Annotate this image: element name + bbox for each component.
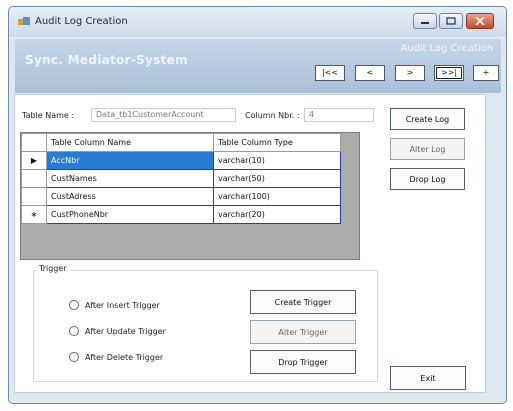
row-marker[interactable] (21, 187, 47, 206)
table-row[interactable]: CustAdress varchar(100) (21, 187, 341, 206)
cell-column-type[interactable]: varchar(50) (213, 169, 341, 188)
cell-column-name[interactable]: CustAdress (46, 187, 214, 206)
column-nbr-label: Column Nbr. : (245, 111, 300, 120)
cell-column-name[interactable]: AccNbr (46, 151, 214, 170)
close-button[interactable] (466, 13, 494, 29)
header-caption: Audit Log Creation (400, 43, 493, 54)
cell-column-type[interactable]: varchar(10) (213, 151, 341, 170)
table-name-field[interactable]: Data_tb1CustomerAccount (91, 108, 236, 122)
after-insert-radio[interactable] (69, 300, 79, 310)
exit-button[interactable]: Exit (390, 366, 466, 390)
cell-column-type[interactable]: varchar(20) (213, 205, 341, 224)
minimize-icon (421, 22, 429, 24)
alter-trigger-button[interactable]: Alter Trigger (250, 320, 356, 344)
maximize-button[interactable] (439, 13, 463, 29)
columns-grid[interactable]: Table Column Name Table Column Type ▶ Ac… (20, 132, 360, 260)
table-name-label: Table Name : (22, 111, 75, 120)
create-trigger-button[interactable]: Create Trigger (250, 290, 356, 314)
brand-title: Sync. Mediator-System (25, 53, 188, 67)
row-marker[interactable] (21, 169, 47, 188)
cell-column-type[interactable]: varchar(100) (213, 187, 341, 206)
minimize-button[interactable] (413, 13, 437, 29)
app-icon (18, 17, 30, 25)
nav-first-button[interactable]: |<< (315, 65, 345, 81)
cell-column-name[interactable]: CustPhoneNbr (46, 205, 214, 224)
maximize-icon (446, 17, 456, 25)
window-title: Audit Log Creation (35, 16, 128, 27)
nav-prev-button[interactable]: < (355, 65, 385, 81)
after-delete-radio[interactable] (69, 352, 79, 362)
column-header-name[interactable]: Table Column Name (46, 133, 214, 152)
drop-trigger-button[interactable]: Drop Trigger (250, 350, 356, 374)
title-bar[interactable]: Audit Log Creation (9, 7, 506, 37)
columns-table: Table Column Name Table Column Type ▶ Ac… (21, 133, 341, 224)
after-update-radio[interactable] (69, 326, 79, 336)
header-banner: Sync. Mediator-System Audit Log Creation… (15, 39, 501, 93)
table-header-row: Table Column Name Table Column Type (21, 133, 341, 152)
column-nbr-field[interactable]: 4 (304, 108, 374, 122)
cell-column-name[interactable]: CustNames (46, 169, 214, 188)
alter-log-button[interactable]: Alter Log (390, 138, 465, 160)
row-marker[interactable]: ▶ (21, 151, 47, 170)
after-delete-label: After Delete Trigger (85, 353, 164, 362)
after-update-label: After Update Trigger (85, 327, 166, 336)
table-row[interactable]: ▶ AccNbr varchar(10) (21, 151, 341, 170)
row-header-corner (21, 133, 47, 152)
table-row[interactable]: ∗ CustPhoneNbr varchar(20) (21, 205, 341, 224)
nav-add-button[interactable]: + (473, 65, 499, 81)
create-log-button[interactable]: Create Log (390, 108, 465, 130)
drop-log-button[interactable]: Drop Log (390, 168, 465, 190)
nav-next-button[interactable]: > (395, 65, 425, 81)
trigger-group-label: Trigger (36, 264, 70, 273)
close-icon (475, 17, 485, 25)
row-marker[interactable]: ∗ (21, 205, 47, 224)
after-insert-label: After Insert Trigger (85, 301, 160, 310)
column-header-type[interactable]: Table Column Type (213, 133, 341, 152)
table-row[interactable]: CustNames varchar(50) (21, 169, 341, 188)
nav-last-button[interactable]: >>| (434, 65, 464, 81)
